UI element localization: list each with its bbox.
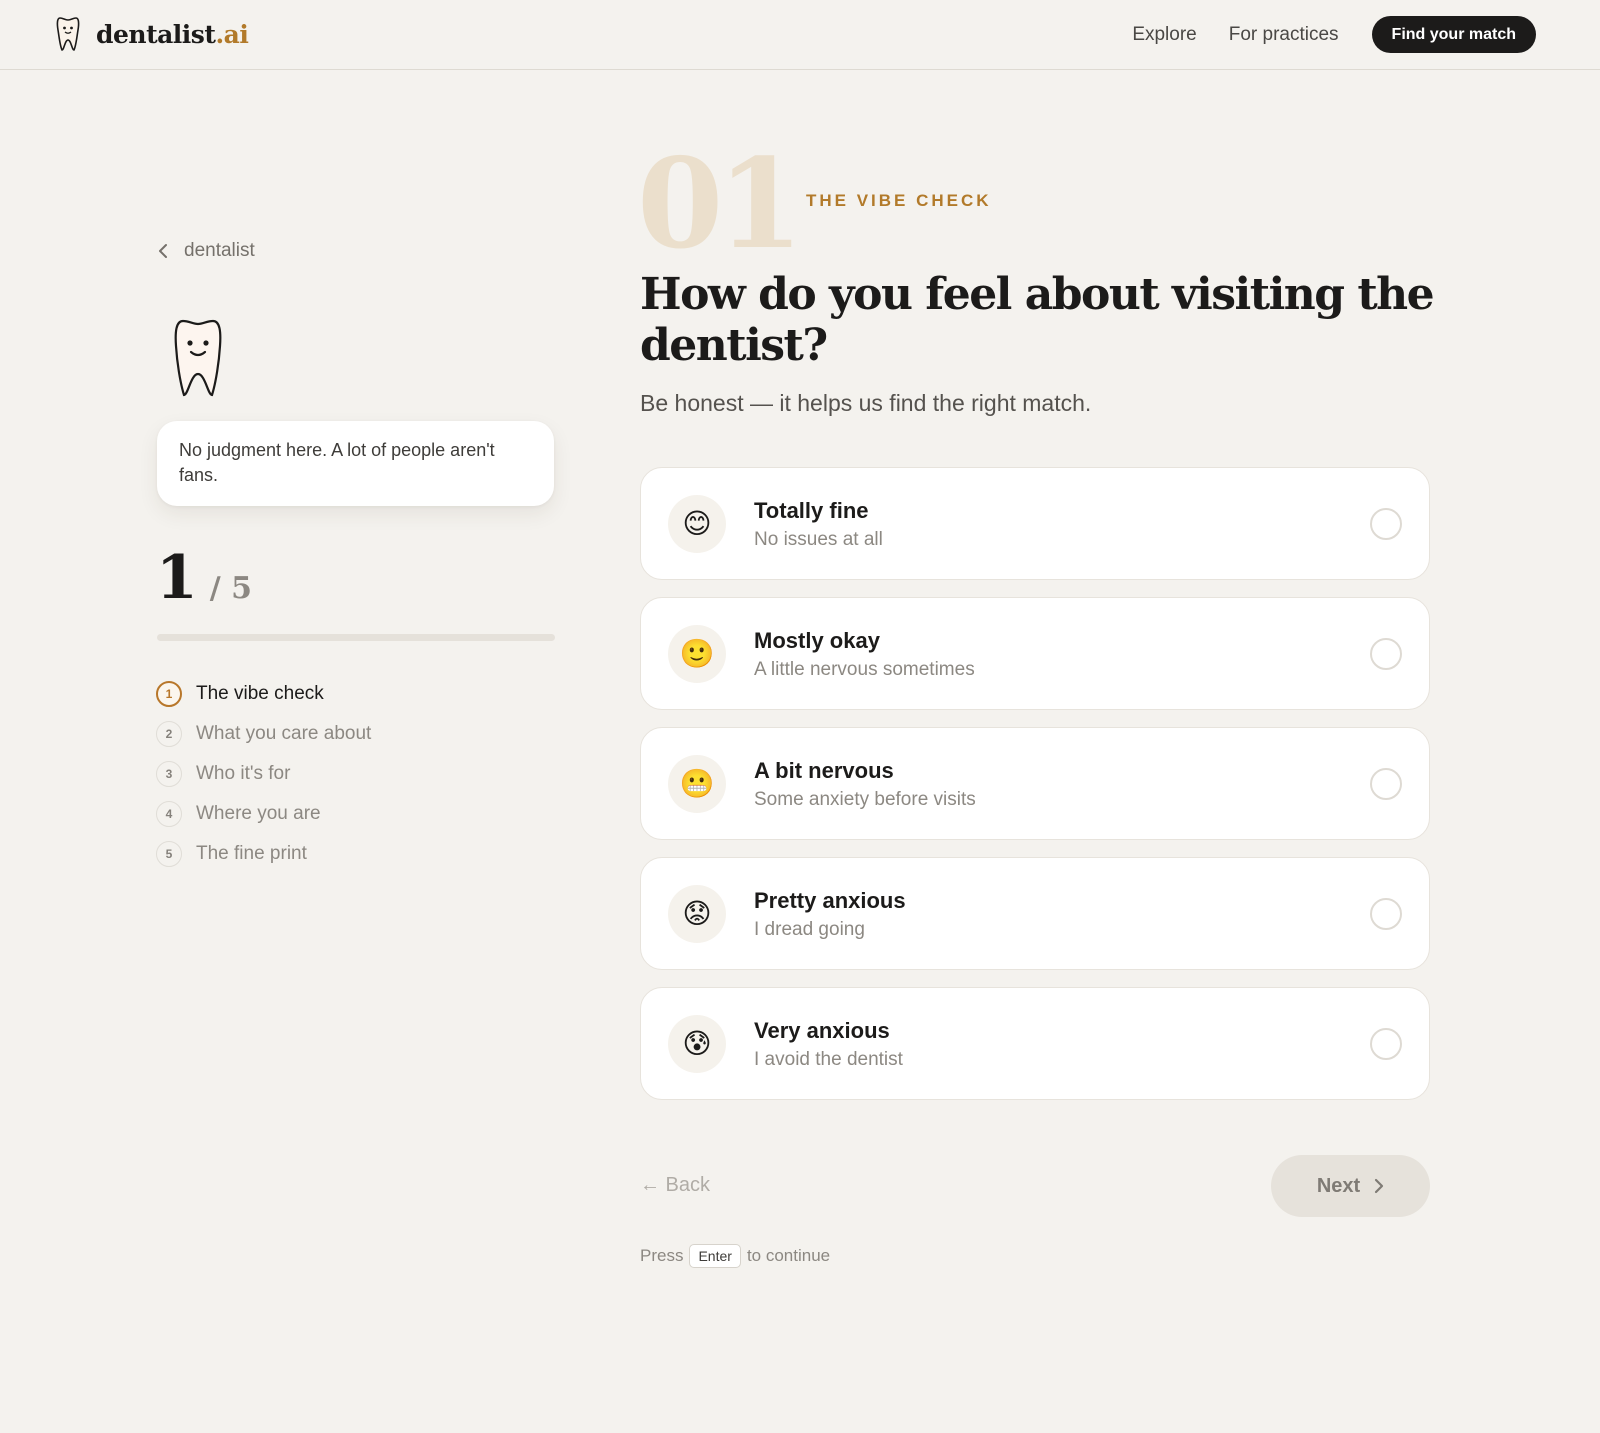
step-number-badge: 4 bbox=[156, 801, 182, 827]
step-list: 1 The vibe check 2 What you care about 3… bbox=[156, 674, 371, 874]
option-text: Totally fine No issues at all bbox=[754, 497, 883, 551]
question-title: How do you feel about visiting the denti… bbox=[640, 269, 1435, 371]
keyboard-hint: Press Enter to continue bbox=[640, 1244, 830, 1268]
brand-name-main: dentalist bbox=[96, 19, 216, 49]
option-pretty-anxious[interactable]: 😟 Pretty anxious I dread going bbox=[640, 857, 1430, 970]
nav-for-practices-link[interactable]: For practices bbox=[1229, 24, 1339, 46]
mascot-speech-bubble: No judgment here. A lot of people aren't… bbox=[157, 421, 554, 506]
step-label: Who it's for bbox=[196, 763, 291, 784]
option-radio[interactable] bbox=[1370, 898, 1402, 930]
top-navigation-bar: dentalist.ai Explore For practices Find … bbox=[0, 0, 1600, 70]
option-very-anxious[interactable]: 😰 Very anxious I avoid the dentist bbox=[640, 987, 1430, 1100]
answer-options: 😊 Totally fine No issues at all 🙂 Mostly… bbox=[640, 467, 1430, 1117]
hint-suffix: to continue bbox=[746, 1246, 831, 1265]
slight-smile-icon: 🙂 bbox=[668, 624, 726, 683]
option-text: Very anxious I avoid the dentist bbox=[754, 1017, 903, 1071]
option-subtitle: No issues at all bbox=[754, 528, 883, 550]
worried-face-icon: 😟 bbox=[668, 884, 726, 943]
option-subtitle: I dread going bbox=[754, 918, 865, 940]
step-item-vibe-check: 1 The vibe check bbox=[156, 674, 371, 714]
option-text: A bit nervous Some anxiety before visits bbox=[754, 757, 976, 811]
current-step-number: 1 bbox=[156, 543, 198, 613]
brand-name-accent: .ai bbox=[215, 19, 249, 49]
option-subtitle: A little nervous sometimes bbox=[754, 658, 975, 680]
option-title: Totally fine bbox=[754, 497, 869, 523]
back-link-label: dentalist bbox=[184, 240, 255, 261]
step-label: The fine print bbox=[196, 843, 307, 864]
brand-name: dentalist.ai bbox=[96, 19, 249, 49]
option-a-bit-nervous[interactable]: 😬 A bit nervous Some anxiety before visi… bbox=[640, 727, 1430, 840]
chevron-left-icon bbox=[159, 244, 167, 258]
option-subtitle: I avoid the dentist bbox=[754, 1048, 903, 1070]
step-item-what-you-care-about: 2 What you care about bbox=[156, 714, 371, 754]
option-mostly-okay[interactable]: 🙂 Mostly okay A little nervous sometimes bbox=[640, 597, 1430, 710]
option-radio[interactable] bbox=[1370, 638, 1402, 670]
nav-explore-link[interactable]: Explore bbox=[1132, 24, 1196, 46]
option-radio[interactable] bbox=[1370, 508, 1402, 540]
option-text: Pretty anxious I dread going bbox=[754, 887, 906, 941]
step-big-number: 01 bbox=[637, 132, 804, 277]
next-button-label: Next bbox=[1316, 1174, 1361, 1197]
option-text: Mostly okay A little nervous sometimes bbox=[754, 627, 975, 681]
step-eyebrow: THE VIBE CHECK bbox=[806, 191, 992, 210]
option-totally-fine[interactable]: 😊 Totally fine No issues at all bbox=[640, 467, 1430, 580]
step-label: What you care about bbox=[196, 723, 372, 744]
option-radio[interactable] bbox=[1370, 768, 1402, 800]
question-subtitle: Be honest — it helps us find the right m… bbox=[640, 390, 1092, 416]
tooth-mascot-icon bbox=[174, 319, 222, 397]
option-title: Mostly okay bbox=[754, 627, 880, 653]
option-subtitle: Some anxiety before visits bbox=[754, 788, 976, 810]
option-title: Very anxious bbox=[754, 1017, 890, 1043]
grimacing-face-icon: 😬 bbox=[668, 754, 726, 813]
total-steps: / 5 bbox=[209, 571, 253, 606]
anxious-sweat-face-icon: 😰 bbox=[668, 1014, 726, 1073]
step-number-badge: 5 bbox=[156, 841, 182, 867]
step-number-badge: 1 bbox=[156, 681, 182, 707]
progress-bar bbox=[157, 634, 555, 641]
option-title: Pretty anxious bbox=[754, 887, 906, 913]
back-to-home-link[interactable]: dentalist bbox=[158, 240, 255, 262]
enter-key-badge: Enter bbox=[689, 1244, 741, 1268]
option-title: A bit nervous bbox=[754, 757, 894, 783]
hint-prefix: Press bbox=[640, 1246, 684, 1265]
step-label: Where you are bbox=[196, 803, 321, 824]
step-number-badge: 2 bbox=[156, 721, 182, 747]
step-number-badge: 3 bbox=[156, 761, 182, 787]
step-item-fine-print: 5 The fine print bbox=[156, 834, 371, 874]
main-nav: Explore For practices Find your match bbox=[1100, 16, 1536, 53]
back-button[interactable]: ← Back bbox=[640, 1174, 710, 1197]
next-button[interactable]: Next bbox=[1271, 1155, 1430, 1217]
option-radio[interactable] bbox=[1370, 1028, 1402, 1060]
brand-logo[interactable]: dentalist.ai bbox=[56, 16, 249, 52]
find-your-match-button[interactable]: Find your match bbox=[1371, 16, 1536, 53]
step-label: The vibe check bbox=[196, 683, 324, 704]
smiling-face-icon: 😊 bbox=[668, 494, 726, 553]
tooth-icon bbox=[56, 17, 80, 51]
step-item-where-you-are: 4 Where you are bbox=[156, 794, 371, 834]
step-item-who-its-for: 3 Who it's for bbox=[156, 754, 371, 794]
chevron-right-icon bbox=[1375, 1178, 1384, 1194]
step-counter: 1 / 5 bbox=[156, 548, 252, 608]
